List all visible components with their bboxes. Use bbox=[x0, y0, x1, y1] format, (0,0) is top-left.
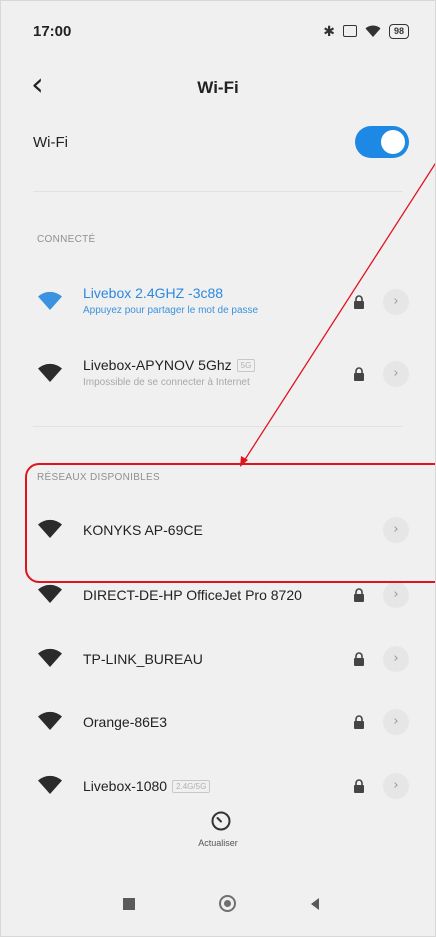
wifi-signal-icon bbox=[38, 291, 62, 310]
chevron-right-icon[interactable]: › bbox=[383, 289, 409, 315]
network-name: KONYKS AP-69CE bbox=[83, 522, 203, 538]
status-bar: 17:00 ✱ 98 bbox=[1, 1, 435, 61]
network-row[interactable]: Livebox-APYNOV 5Ghz 5G Impossible de se co… bbox=[37, 353, 409, 397]
chevron-right-icon[interactable]: › bbox=[383, 709, 409, 735]
chevron-right-icon[interactable]: › bbox=[383, 517, 409, 543]
wifi-signal-icon bbox=[38, 363, 62, 382]
network-row[interactable]: Orange-86E3 › bbox=[37, 701, 409, 745]
network-name: TP-LINK_BUREAU bbox=[83, 651, 203, 667]
network-row[interactable]: TP-LINK_BUREAU › bbox=[37, 638, 409, 682]
network-name-text: Livebox-APYNOV 5Ghz bbox=[83, 357, 232, 373]
lock-icon bbox=[354, 779, 364, 793]
network-status: Appuyez pour partager le mot de passe bbox=[83, 305, 259, 316]
lock-icon bbox=[354, 652, 364, 666]
chevron-right-icon[interactable]: › bbox=[383, 582, 409, 608]
system-nav-bar bbox=[1, 876, 435, 936]
section-label-available: RÉSEAUX DISPONIBLES bbox=[37, 472, 160, 483]
network-name-text: TP-LINK_BUREAU bbox=[83, 651, 203, 667]
network-name: Orange-86E3 bbox=[83, 714, 167, 730]
wifi-signal-icon bbox=[38, 648, 62, 667]
wifi-signal-icon bbox=[38, 584, 62, 603]
divider bbox=[33, 191, 403, 192]
back-button[interactable] bbox=[311, 898, 319, 910]
network-name-text: Orange-86E3 bbox=[83, 714, 168, 730]
wifi-signal-icon bbox=[38, 775, 62, 794]
bluetooth-icon: ✱ bbox=[323, 22, 335, 39]
wifi-status-icon bbox=[365, 25, 381, 37]
lock-icon bbox=[354, 295, 364, 309]
network-row[interactable]: Livebox 2.4GHZ -3c88 Appuyez pour partage… bbox=[37, 281, 409, 325]
wifi-toggle-row[interactable]: Wi-Fi bbox=[33, 119, 409, 165]
lock-icon bbox=[354, 715, 364, 729]
network-row[interactable]: DIRECT-DE-HP OfficeJet Pro 8720 › bbox=[37, 574, 409, 618]
refresh-label[interactable]: Actualiser bbox=[1, 838, 435, 848]
network-status: Impossible de se connecter à Internet bbox=[83, 377, 250, 388]
network-name-text: Livebox 2.4GHZ -3c88 bbox=[83, 285, 224, 301]
wifi-toggle-label: Wi-Fi bbox=[33, 133, 68, 151]
wifi-signal-icon bbox=[38, 711, 62, 730]
network-row[interactable]: KONYKS AP-69CE › bbox=[37, 509, 409, 553]
network-name-text: Livebox-1080 bbox=[83, 778, 168, 794]
wifi-toggle-switch[interactable] bbox=[355, 126, 409, 158]
chevron-right-icon[interactable]: › bbox=[383, 773, 409, 799]
divider bbox=[33, 426, 403, 427]
section-label-connected: CONNECTÉ bbox=[37, 234, 96, 245]
chevron-right-icon[interactable]: › bbox=[383, 646, 409, 672]
lock-icon bbox=[354, 588, 364, 602]
refresh-icon[interactable] bbox=[210, 810, 232, 832]
network-name-text: DIRECT-DE-HP OfficeJet Pro 8720 bbox=[83, 587, 302, 603]
status-time: 17:00 bbox=[33, 22, 72, 40]
wifi-signal-icon bbox=[38, 519, 62, 538]
status-icons: ✱ 98 bbox=[323, 23, 409, 40]
network-band-badge: 5G bbox=[236, 359, 256, 372]
refresh-area[interactable]: Actualiser bbox=[1, 801, 435, 877]
toggle-knob bbox=[381, 130, 405, 154]
lock-icon bbox=[354, 367, 364, 381]
page-title: Wi-Fi bbox=[197, 78, 239, 97]
network-band-badge: 2.4G/5G bbox=[172, 780, 211, 793]
network-name: Livebox-1080 2.4G/5G bbox=[83, 778, 211, 794]
network-name-text: KONYKS AP-69CE bbox=[83, 522, 203, 538]
battery-icon: 98 bbox=[388, 23, 409, 39]
home-button[interactable] bbox=[219, 895, 236, 912]
title-bar: ‹ Wi-Fi bbox=[1, 61, 435, 111]
recents-button[interactable] bbox=[123, 898, 135, 910]
network-name: Livebox 2.4GHZ -3c88 bbox=[83, 285, 223, 301]
sim-icon bbox=[342, 25, 357, 37]
screen-frame: 17:00 ✱ 98 ‹ Wi-Fi Wi-Fi CONNECTÉ Livebo… bbox=[0, 0, 436, 937]
network-name: Livebox-APYNOV 5Ghz 5G bbox=[83, 357, 256, 373]
network-name: DIRECT-DE-HP OfficeJet Pro 8720 bbox=[83, 587, 302, 603]
chevron-right-icon[interactable]: › bbox=[383, 361, 409, 387]
